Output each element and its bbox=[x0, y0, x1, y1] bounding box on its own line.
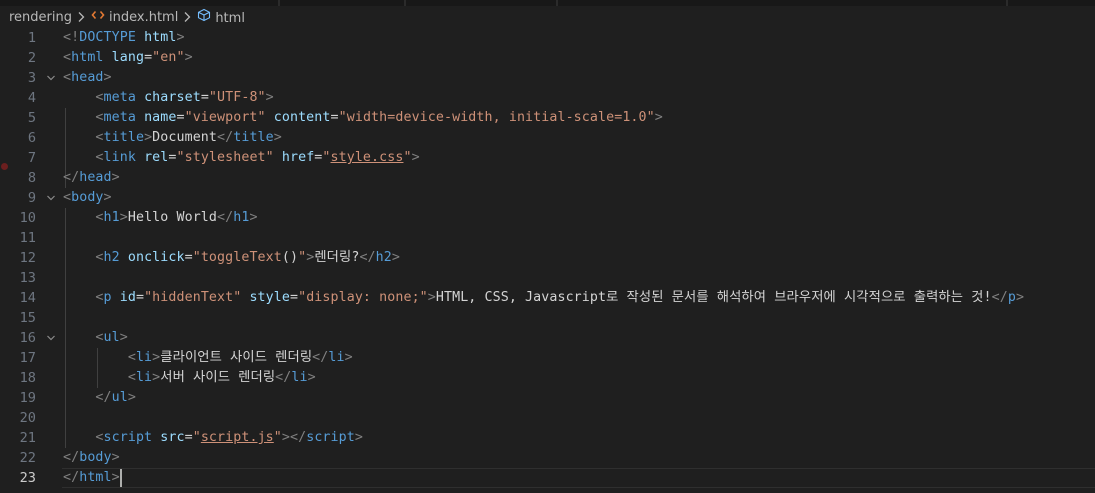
code-line[interactable]: 7 <link rel="stylesheet" href="style.css… bbox=[0, 148, 1095, 168]
code-line[interactable]: 22 </body> bbox=[0, 448, 1095, 468]
line-number: 1 bbox=[27, 30, 36, 46]
code-line[interactable]: 6 <title>Document</title> bbox=[0, 128, 1095, 148]
line-number: 4 bbox=[27, 90, 36, 106]
line-number: 5 bbox=[27, 110, 36, 126]
breadcrumb-folder-label: rendering bbox=[9, 9, 72, 25]
code-line[interactable]: 9 <body> bbox=[0, 188, 1095, 208]
code-line[interactable]: 23 </html> bbox=[0, 468, 1095, 488]
code-line[interactable]: 8 </head> bbox=[0, 168, 1095, 188]
code-line[interactable]: 16 <ul> bbox=[0, 328, 1095, 348]
line-number: 10 bbox=[19, 210, 36, 226]
code-text: <!DOCTYPE html> bbox=[63, 30, 185, 45]
html-file-icon bbox=[91, 9, 105, 21]
code-text: <script src="script.js"></script> bbox=[95, 430, 363, 445]
code-text: <link rel="stylesheet" href="style.css"> bbox=[95, 150, 420, 165]
html-element-icon bbox=[197, 8, 211, 22]
code-text: </body> bbox=[63, 450, 120, 465]
line-number: 13 bbox=[19, 270, 36, 286]
chevron-down-icon[interactable] bbox=[44, 188, 58, 208]
code-line[interactable]: 17 <li>클라이언트 사이드 렌더링</li> bbox=[0, 348, 1095, 368]
code-text: </ul> bbox=[95, 390, 136, 405]
line-number: 20 bbox=[19, 410, 36, 426]
code-text: <meta charset="UTF-8"> bbox=[95, 90, 274, 105]
line-number: 6 bbox=[27, 130, 36, 146]
text-cursor bbox=[119, 469, 122, 487]
code-line[interactable]: 1 <!DOCTYPE html> bbox=[0, 28, 1095, 48]
code-text: <ul> bbox=[95, 330, 128, 345]
code-text: <h2 onclick="toggleText()">렌더링?</h2> bbox=[95, 250, 400, 265]
code-line[interactable]: 15 bbox=[0, 308, 1095, 328]
line-number: 9 bbox=[27, 190, 36, 206]
line-number: 18 bbox=[19, 370, 36, 386]
chevron-down-icon[interactable] bbox=[44, 328, 58, 348]
line-number: 23 bbox=[19, 470, 36, 486]
chevron-down-icon[interactable] bbox=[44, 68, 58, 88]
code-line[interactable]: 12 <h2 onclick="toggleText()">렌더링?</h2> bbox=[0, 248, 1095, 268]
line-number: 21 bbox=[19, 430, 36, 446]
code-text: </head> bbox=[63, 170, 120, 185]
code-line[interactable]: 19 </ul> bbox=[0, 388, 1095, 408]
code-text: <li>클라이언트 사이드 렌더링</li> bbox=[127, 350, 353, 365]
line-number: 11 bbox=[19, 230, 36, 246]
chevron-right-icon bbox=[77, 11, 86, 23]
chevron-right-icon bbox=[183, 11, 192, 23]
code-line[interactable]: 14 <p id="hiddenText" style="display: no… bbox=[0, 288, 1095, 308]
line-number: 17 bbox=[19, 350, 36, 366]
line-number: 22 bbox=[19, 450, 36, 466]
code-text: <head> bbox=[63, 70, 112, 85]
line-number: 19 bbox=[19, 390, 36, 406]
breadcrumb-element-label: html bbox=[215, 11, 245, 26]
code-line[interactable]: 3 <head> bbox=[0, 68, 1095, 88]
line-number: 2 bbox=[27, 50, 36, 66]
code-text: <p id="hiddenText" style="display: none;… bbox=[95, 290, 1025, 305]
code-text: <li>서버 사이드 렌더링</li> bbox=[127, 370, 316, 385]
code-text: <title>Document</title> bbox=[95, 130, 282, 145]
breadcrumb-file-label: index.html bbox=[109, 10, 179, 25]
breadcrumb-item-file[interactable]: index.html bbox=[91, 9, 178, 25]
code-line[interactable]: 5 <meta name="viewport" content="width=d… bbox=[0, 108, 1095, 128]
code-line[interactable]: 2 <html lang="en"> bbox=[0, 48, 1095, 68]
breadcrumb: rendering index.html html bbox=[0, 6, 1095, 28]
breadcrumb-item-folder[interactable]: rendering bbox=[9, 10, 72, 25]
code-line[interactable]: 21 <script src="script.js"></script> bbox=[0, 428, 1095, 448]
code-text: <meta name="viewport" content="width=dev… bbox=[95, 110, 663, 125]
line-number: 8 bbox=[27, 170, 36, 186]
code-text: <h1>Hello World</h1> bbox=[95, 210, 258, 225]
code-line[interactable]: 13 bbox=[0, 268, 1095, 288]
code-line[interactable]: 10 <h1>Hello World</h1> bbox=[0, 208, 1095, 228]
code-editor[interactable]: 1 <!DOCTYPE html> 2 <html lang="en"> 3 <head>… bbox=[0, 28, 1095, 493]
code-line[interactable]: 18 <li>서버 사이드 렌더링</li> bbox=[0, 368, 1095, 388]
code-line[interactable]: 11 bbox=[0, 228, 1095, 248]
line-number: 3 bbox=[27, 70, 36, 86]
line-number: 12 bbox=[19, 250, 36, 266]
line-number: 7 bbox=[27, 150, 36, 166]
line-number: 15 bbox=[19, 310, 36, 326]
code-text: <body> bbox=[63, 190, 112, 205]
code-line[interactable]: 20 bbox=[0, 408, 1095, 428]
code-line[interactable]: 4 <meta charset="UTF-8"> bbox=[0, 88, 1095, 108]
code-text: <html lang="en"> bbox=[63, 50, 193, 65]
code-text: </html> bbox=[63, 470, 120, 485]
line-number: 14 bbox=[19, 290, 36, 306]
line-number: 16 bbox=[19, 330, 36, 346]
breadcrumb-item-element[interactable]: html bbox=[197, 8, 245, 26]
